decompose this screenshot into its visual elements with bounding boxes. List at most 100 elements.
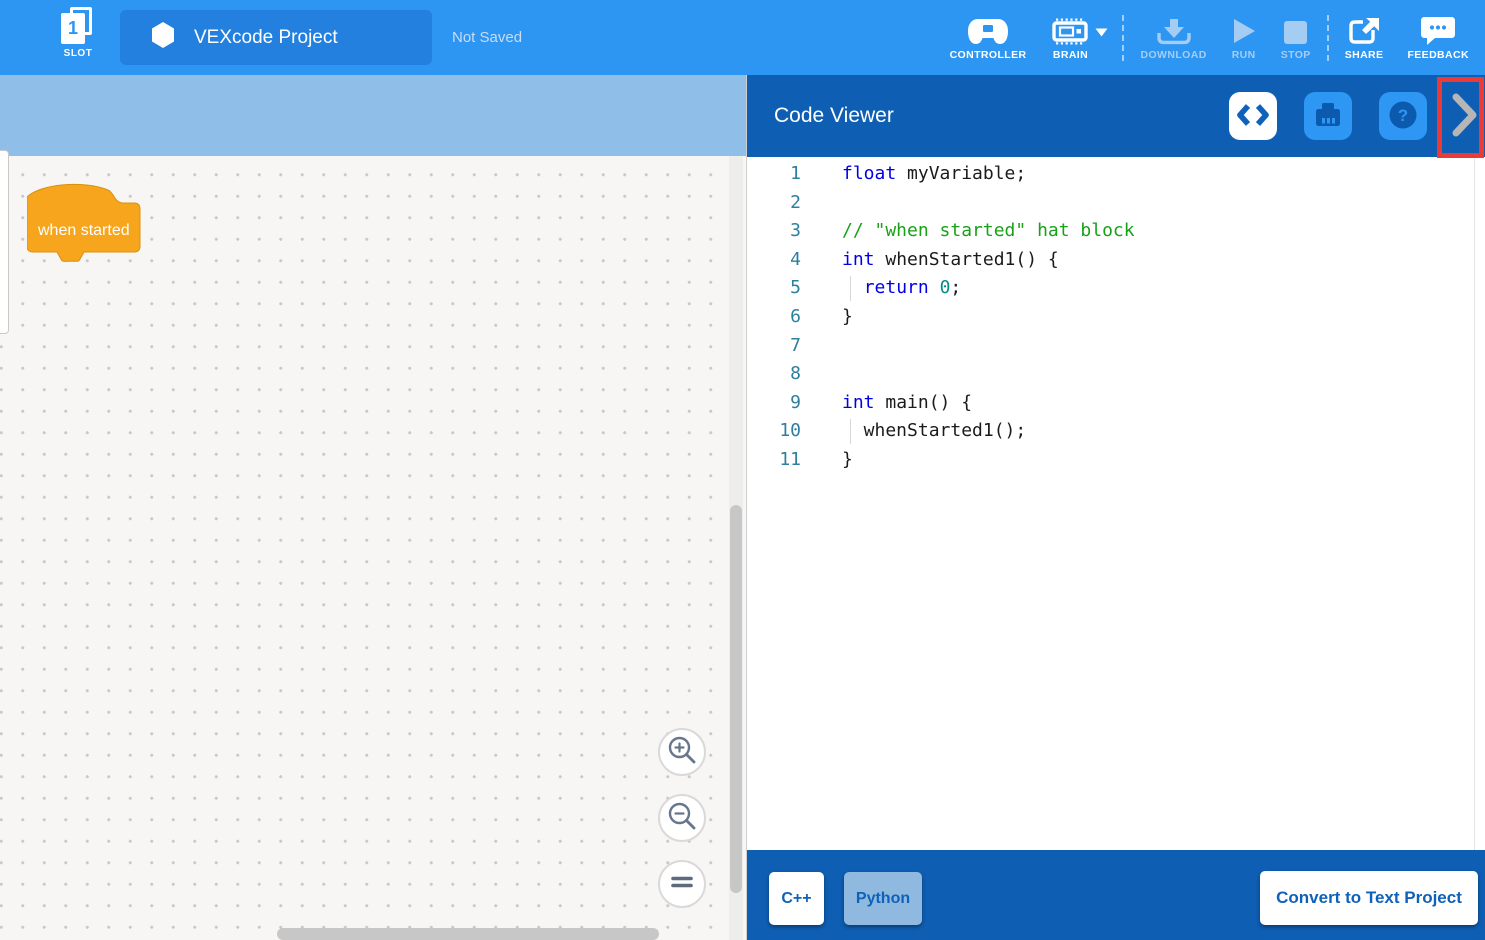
code-text — [801, 360, 842, 389]
when-started-block[interactable]: when started — [27, 183, 143, 265]
help-button[interactable]: ? — [1379, 92, 1427, 140]
tab-cpp[interactable]: C++ — [769, 872, 824, 925]
project-title: VEXcode Project — [194, 27, 338, 49]
line-number: 10 — [747, 417, 801, 446]
stop-icon — [1283, 15, 1308, 45]
toolbar-action-run[interactable]: RUN — [1219, 0, 1269, 75]
code-line: 11} — [747, 446, 1485, 475]
code-text — [801, 189, 842, 218]
code-text: // "when started" hat block — [801, 217, 1135, 246]
indent-guide — [850, 276, 851, 301]
code-scrollbar-track-line — [1474, 157, 1475, 850]
zoom-in-icon — [666, 734, 698, 771]
convert-to-text-project-button[interactable]: Convert to Text Project — [1260, 871, 1478, 925]
feedback-icon — [1420, 15, 1456, 45]
print-icon — [1314, 101, 1342, 131]
workspace-canvas[interactable]: when started — [0, 156, 746, 940]
code-text: return 0; — [801, 274, 961, 303]
line-number: 1 — [747, 160, 801, 189]
code-brackets-icon — [1237, 102, 1269, 131]
toolbar-action-label: CONTROLLER — [950, 49, 1027, 61]
toolbar-action-label: FEEDBACK — [1407, 49, 1469, 61]
code-line: 2 — [747, 189, 1485, 218]
print-button[interactable] — [1304, 92, 1352, 140]
line-number: 7 — [747, 332, 801, 361]
toolbar-separator — [1327, 15, 1329, 61]
line-number: 9 — [747, 389, 801, 418]
slot-number: 1 — [61, 13, 85, 44]
code-text: int main() { — [801, 389, 972, 418]
toolbar-action-stop[interactable]: STOP — [1269, 0, 1323, 75]
code-text: whenStarted1(); — [801, 417, 1026, 446]
slot-icon: 1 — [61, 7, 95, 45]
toolbar-action-label: RUN — [1232, 49, 1256, 61]
toolbar-actions: CONTROLLER BRAIN DOWNLOAD RUN STOP SHARE FEEDB… — [938, 0, 1481, 75]
code-viewer-header: Code Viewer ? — [747, 75, 1485, 157]
line-number: 3 — [747, 217, 801, 246]
code-line: 4int whenStarted1() { — [747, 246, 1485, 275]
share-icon — [1348, 15, 1380, 45]
toolbar-action-download[interactable]: DOWNLOAD — [1128, 0, 1218, 75]
zoom-reset-icon — [670, 874, 694, 895]
save-status: Not Saved — [452, 0, 522, 75]
hat-block-label: when started — [37, 222, 130, 239]
code-text: } — [801, 446, 853, 475]
code-line: 9int main() { — [747, 389, 1485, 418]
dropdown-caret-icon — [1095, 24, 1108, 42]
horizontal-scrollbar-thumb[interactable] — [277, 928, 659, 940]
vexcode-app: 1 SLOT VEXcode Project Not Saved CONTROL… — [0, 0, 1485, 940]
help-icon: ? — [1388, 100, 1418, 133]
palette-band — [0, 75, 746, 156]
code-line: 10 whenStarted1(); — [747, 417, 1485, 446]
slot-label: SLOT — [52, 48, 104, 59]
zoom-reset-button[interactable] — [658, 860, 706, 908]
code-text: int whenStarted1() { — [801, 246, 1059, 275]
code-viewer-panel: Code Viewer ? 1flo — [746, 75, 1485, 940]
project-title-button[interactable]: VEXcode Project — [120, 10, 432, 65]
vertical-scrollbar-thumb[interactable] — [730, 505, 742, 893]
toolbar-action-controller[interactable]: CONTROLLER — [938, 0, 1039, 75]
code-viewer-title: Code Viewer — [774, 75, 894, 157]
download-icon — [1156, 15, 1192, 45]
toolbar-action-brain[interactable]: BRAIN — [1038, 0, 1118, 75]
line-number: 8 — [747, 360, 801, 389]
palette-flyout-edge — [0, 150, 9, 334]
line-number: 2 — [747, 189, 801, 218]
code-text: } — [801, 303, 853, 332]
svg-text:?: ? — [1398, 106, 1408, 125]
code-line: 7 — [747, 332, 1485, 361]
toolbar-separator — [1122, 15, 1124, 61]
slot-selector[interactable]: 1 SLOT — [52, 7, 104, 59]
toolbar-action-label: SHARE — [1345, 49, 1384, 61]
run-icon — [1231, 15, 1257, 45]
toolbar-action-label: DOWNLOAD — [1140, 49, 1206, 61]
line-number: 5 — [747, 274, 801, 303]
code-viewer-footer: C++ Python Convert to Text Project — [747, 850, 1485, 940]
zoom-out-button[interactable] — [658, 794, 706, 842]
code-text — [801, 332, 842, 361]
code-line: 5 return 0; — [747, 274, 1485, 303]
code-line: 1float myVariable; — [747, 160, 1485, 189]
top-toolbar: 1 SLOT VEXcode Project Not Saved CONTROL… — [0, 0, 1485, 75]
code-text: float myVariable; — [801, 160, 1026, 189]
collapse-panel-button[interactable] — [1447, 89, 1481, 143]
blocks-workspace: when started — [0, 75, 746, 940]
toolbar-action-feedback[interactable]: FEEDBACK — [1395, 0, 1481, 75]
controller-icon — [967, 15, 1009, 45]
indent-guide — [850, 419, 851, 444]
code-line: 8 — [747, 360, 1485, 389]
zoom-in-button[interactable] — [658, 728, 706, 776]
line-number: 11 — [747, 446, 801, 475]
line-number: 6 — [747, 303, 801, 332]
hexagon-icon — [150, 21, 176, 54]
code-line: 3// "when started" hat block — [747, 217, 1485, 246]
code-view-button[interactable] — [1229, 92, 1277, 140]
tab-python[interactable]: Python — [844, 872, 922, 925]
toolbar-action-share[interactable]: SHARE — [1333, 0, 1396, 75]
brain-icon — [1050, 15, 1090, 45]
code-line: 6} — [747, 303, 1485, 332]
code-area[interactable]: 1float myVariable;23// "when started" ha… — [747, 157, 1485, 850]
line-number: 4 — [747, 246, 801, 275]
zoom-out-icon — [666, 800, 698, 837]
toolbar-action-label: STOP — [1281, 49, 1311, 61]
